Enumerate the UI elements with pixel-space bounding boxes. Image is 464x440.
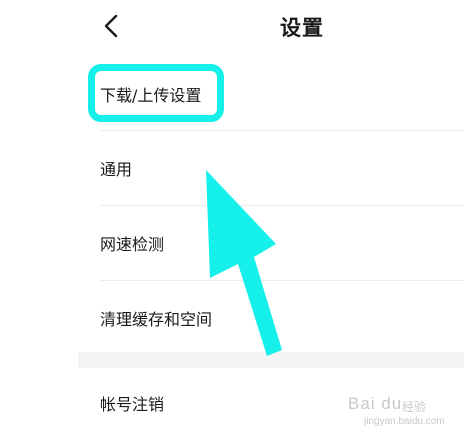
divider (100, 280, 464, 281)
header-bar: 设置 (0, 0, 464, 54)
watermark-sub: 经验 (402, 400, 427, 414)
section-separator (78, 352, 464, 368)
menu-item-clear-cache[interactable]: 清理缓存和空间 (100, 300, 464, 340)
watermark-brand: Bai du (348, 394, 403, 413)
divider (100, 205, 464, 206)
watermark-url: jingyan.baidu.com (364, 416, 445, 427)
page-title: 设置 (280, 16, 324, 40)
menu-item-speed-test[interactable]: 网速检测 (100, 225, 464, 265)
arrow-annotation-icon (206, 170, 282, 356)
watermark: Bai du 经验 jingyan.baidu.com (332, 384, 464, 440)
divider (100, 130, 464, 131)
menu-item-general[interactable]: 通用 (100, 150, 464, 190)
menu-item-download-upload-settings[interactable]: 下载/上传设置 (100, 76, 464, 116)
